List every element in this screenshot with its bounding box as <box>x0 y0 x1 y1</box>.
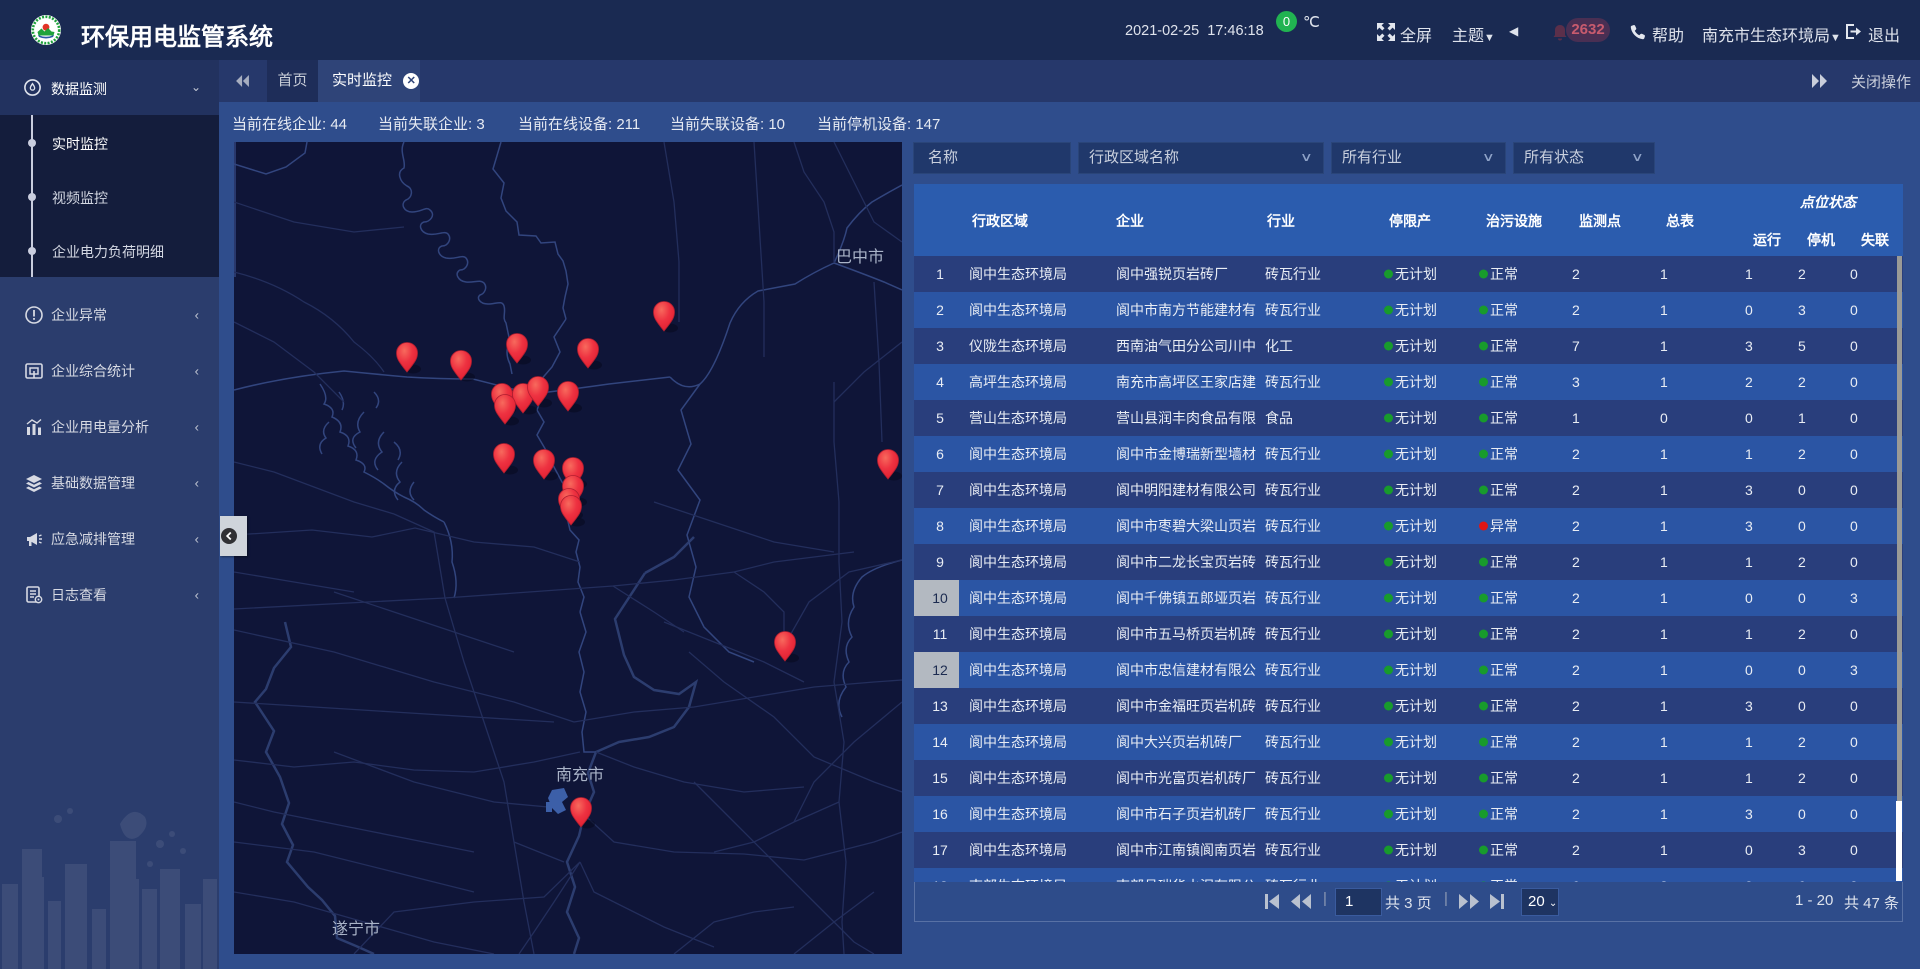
svg-text:南充市: 南充市 <box>556 766 604 784</box>
svg-text:遂宁市: 遂宁市 <box>332 920 380 938</box>
svg-text:巴中市: 巴中市 <box>836 248 884 266</box>
